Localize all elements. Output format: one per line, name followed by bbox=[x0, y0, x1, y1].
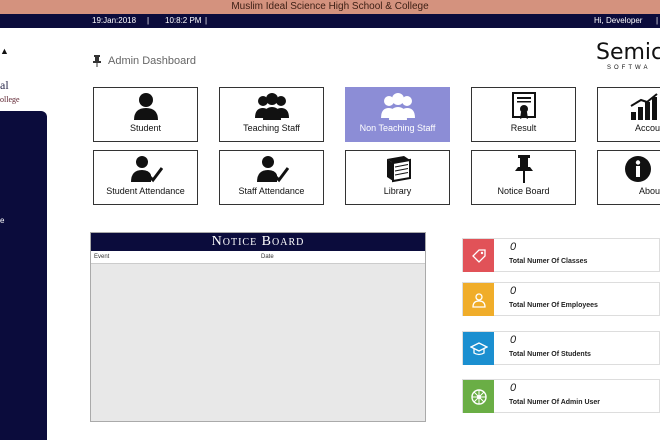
attendance-icon bbox=[128, 154, 164, 184]
page-title: Admin Dashboard bbox=[92, 55, 196, 67]
person-icon bbox=[463, 283, 494, 316]
column-header-event: Event bbox=[94, 254, 110, 260]
tile-student[interactable]: Student bbox=[93, 87, 198, 142]
tile-label: Library bbox=[383, 186, 412, 196]
stat-caption: Total Numer Of Employees bbox=[509, 302, 598, 309]
chart-icon bbox=[626, 91, 660, 121]
certificate-icon bbox=[506, 91, 542, 121]
school-title-bar: Muslim Ideal Science High School & Colle… bbox=[0, 0, 660, 14]
brand-logo: Semico bbox=[596, 40, 660, 65]
sidebar-item[interactable]: e bbox=[0, 216, 4, 225]
stat-caption: Total Numer Of Students bbox=[509, 351, 591, 358]
tile-staff-attendance[interactable]: Staff Attendance bbox=[219, 150, 324, 205]
tile-label: Accou bbox=[634, 123, 660, 133]
logo-text-line1: al bbox=[0, 78, 9, 92]
user-separator: | bbox=[656, 16, 659, 25]
tile-label: Teaching Staff bbox=[243, 123, 300, 133]
tile-label: Student bbox=[129, 123, 162, 133]
wheel-icon bbox=[463, 380, 494, 413]
stat-caption: Total Numer Of Admin User bbox=[509, 399, 601, 406]
date-time-separator: | bbox=[147, 16, 150, 25]
stat-caption: Total Numer Of Classes bbox=[509, 258, 588, 265]
stat-total-employees: 0 Total Numer Of Employees bbox=[462, 282, 660, 316]
pin-icon bbox=[506, 154, 542, 184]
stat-value: 0 bbox=[510, 382, 517, 394]
tile-label: Abou bbox=[638, 186, 660, 196]
tile-teaching-staff[interactable]: Teaching Staff bbox=[219, 87, 324, 142]
users-icon bbox=[254, 91, 290, 121]
notice-board-panel: Notice Board Event Date bbox=[90, 232, 426, 422]
logo-mark: ▲ bbox=[0, 46, 9, 56]
stat-value: 0 bbox=[510, 334, 517, 346]
tile-label: Non Teaching Staff bbox=[359, 123, 436, 133]
sidebar: e bbox=[0, 111, 47, 440]
stat-value: 0 bbox=[510, 285, 517, 297]
stat-total-admin-users: 0 Total Numer Of Admin User bbox=[462, 379, 660, 413]
book-icon bbox=[380, 154, 416, 184]
stat-total-classes: 0 Total Numer Of Classes bbox=[462, 238, 660, 272]
tile-label: Result bbox=[510, 123, 537, 133]
tile-label: Staff Attendance bbox=[238, 186, 305, 196]
stat-value: 0 bbox=[510, 241, 517, 253]
tile-label: Notice Board bbox=[497, 186, 550, 196]
tile-result[interactable]: Result bbox=[471, 87, 576, 142]
brand-logo-subtitle: SOFTWA bbox=[607, 65, 651, 71]
tile-label: Student Attendance bbox=[106, 186, 185, 196]
tile-library[interactable]: Library bbox=[345, 150, 450, 205]
current-date: 19:Jan:2018 bbox=[92, 16, 137, 25]
current-time: 10:8:2 PM bbox=[165, 16, 202, 25]
user-icon bbox=[128, 91, 164, 121]
graduation-cap-icon bbox=[463, 332, 494, 365]
school-name: Muslim Ideal Science High School & Colle… bbox=[231, 1, 429, 12]
tag-icon bbox=[463, 239, 494, 272]
attendance-icon bbox=[254, 154, 290, 184]
tile-non-teaching-staff[interactable]: Non Teaching Staff bbox=[345, 87, 450, 142]
tile-accounts[interactable]: Accou bbox=[597, 87, 660, 142]
tile-student-attendance[interactable]: Student Attendance bbox=[93, 150, 198, 205]
time-separator: | bbox=[205, 16, 208, 25]
tile-notice-board[interactable]: Notice Board bbox=[471, 150, 576, 205]
pin-icon bbox=[93, 55, 101, 67]
stat-total-students: 0 Total Numer Of Students bbox=[462, 331, 660, 365]
page-title-text: Admin Dashboard bbox=[108, 55, 197, 67]
column-header-date: Date bbox=[261, 254, 274, 260]
tile-about[interactable]: Abou bbox=[597, 150, 660, 205]
logo-text-line2: ollege bbox=[0, 95, 20, 104]
info-icon bbox=[620, 154, 656, 184]
users-icon bbox=[380, 91, 416, 121]
notice-board-title: Notice Board bbox=[91, 233, 425, 251]
notice-board-header-row: Event Date bbox=[91, 251, 425, 264]
user-greeting[interactable]: Hi, Developer bbox=[594, 14, 642, 28]
info-bar: 19:Jan:2018 | 10:8:2 PM | Hi, Developer … bbox=[0, 14, 660, 28]
